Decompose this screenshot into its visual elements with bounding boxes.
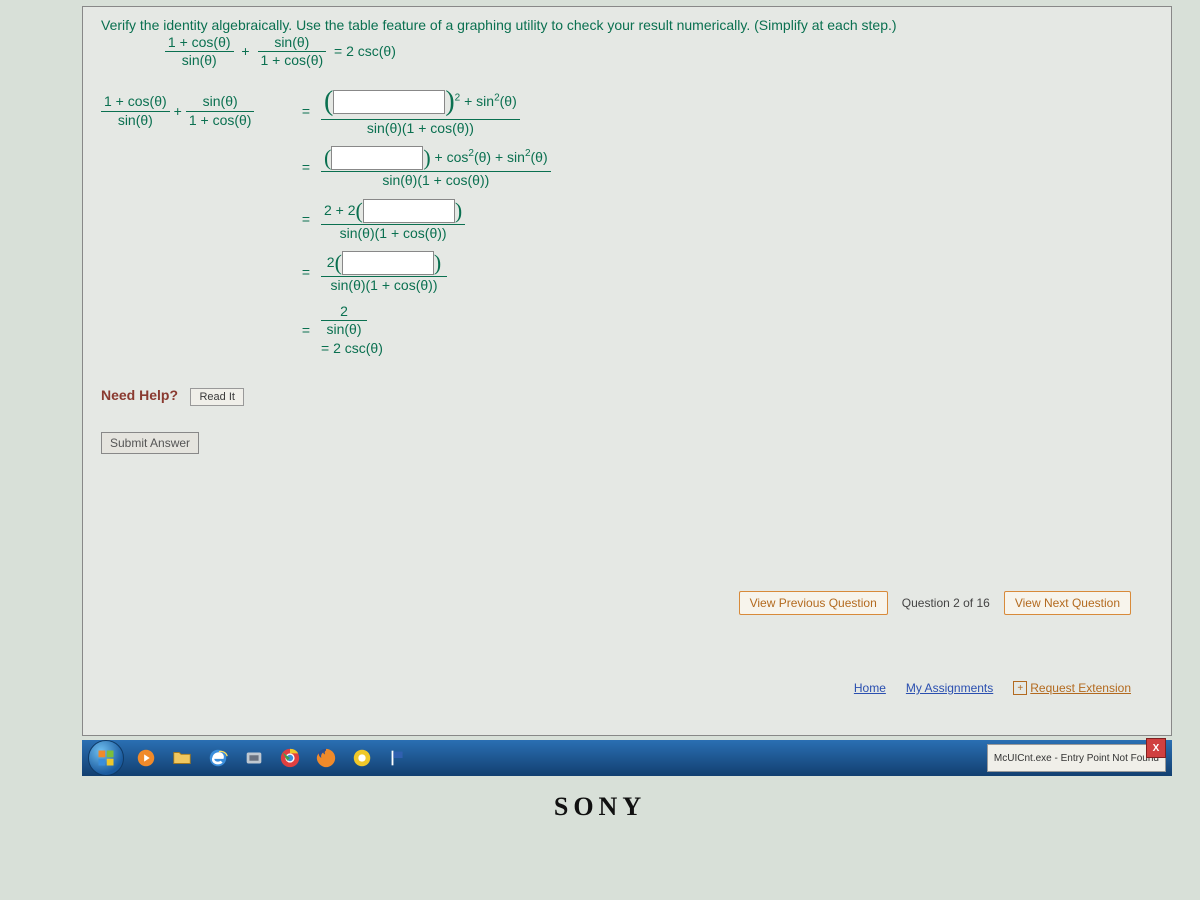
taskbar-popup-close[interactable]: X bbox=[1146, 738, 1166, 758]
read-it-button[interactable]: Read It bbox=[190, 388, 243, 406]
step-5: = 2 sin(θ) = 2 csc(θ) bbox=[101, 304, 1153, 357]
taskbar-popup: McUICnt.exe - Entry Point Not Found bbox=[987, 744, 1166, 772]
blank-input-2[interactable] bbox=[331, 146, 423, 170]
identity-rhs: = 2 csc(θ) bbox=[330, 43, 400, 59]
blank-input-1[interactable] bbox=[333, 90, 445, 114]
identity-frac1: 1 + cos(θ) sin(θ) bbox=[165, 35, 234, 69]
taskbar: McUICnt.exe - Entry Point Not Found X bbox=[82, 740, 1172, 776]
taskbar-folder-icon[interactable] bbox=[166, 744, 198, 772]
step-1: 1 + cos(θ) sin(θ) + sin(θ) 1 + cos(θ) = … bbox=[101, 87, 1153, 136]
taskbar-firefox-icon[interactable] bbox=[310, 744, 342, 772]
instruction-text: Verify the identity algebraically. Use t… bbox=[101, 17, 1153, 33]
view-previous-button[interactable]: View Previous Question bbox=[739, 591, 888, 615]
need-help-row: Need Help? Read It bbox=[101, 387, 1153, 406]
request-extension-link[interactable]: Request Extension bbox=[1030, 681, 1131, 695]
taskbar-app-icon[interactable] bbox=[346, 744, 378, 772]
identity: 1 + cos(θ) sin(θ) + sin(θ) 1 + cos(θ) = … bbox=[101, 35, 1153, 69]
home-link[interactable]: Home bbox=[854, 681, 886, 695]
start-button[interactable] bbox=[88, 740, 124, 776]
need-help-label: Need Help? bbox=[101, 387, 178, 403]
identity-frac2: sin(θ) 1 + cos(θ) bbox=[258, 35, 327, 69]
plus-sign: + bbox=[237, 43, 253, 59]
plus-icon: + bbox=[1013, 681, 1027, 695]
question-nav: View Previous Question Question 2 of 16 … bbox=[735, 591, 1131, 615]
view-next-button[interactable]: View Next Question bbox=[1004, 591, 1131, 615]
step-3: = 2 + 2() sin(θ)(1 + cos(θ)) bbox=[101, 199, 1153, 242]
app-window: Verify the identity algebraically. Use t… bbox=[82, 6, 1172, 736]
taskbar-ie-icon[interactable] bbox=[202, 744, 234, 772]
screen: Verify the identity algebraically. Use t… bbox=[0, 0, 1200, 900]
question-counter: Question 2 of 16 bbox=[892, 592, 1000, 614]
taskbar-media-icon[interactable] bbox=[130, 744, 162, 772]
taskbar-flag-icon[interactable] bbox=[382, 744, 414, 772]
taskbar-tool-icon[interactable] bbox=[238, 744, 270, 772]
submit-answer-button[interactable]: Submit Answer bbox=[101, 432, 199, 454]
windows-icon bbox=[97, 749, 115, 767]
footer-links: Home My Assignments + Request Extension bbox=[854, 681, 1131, 695]
laptop-brand: SONY bbox=[0, 792, 1200, 822]
my-assignments-link[interactable]: My Assignments bbox=[906, 681, 993, 695]
step-2: = () + cos2(θ) + sin2(θ) sin(θ)(1 + cos(… bbox=[101, 146, 1153, 189]
step-4: = 2() sin(θ)(1 + cos(θ)) bbox=[101, 251, 1153, 294]
blank-input-3[interactable] bbox=[363, 199, 455, 223]
taskbar-chrome-icon[interactable] bbox=[274, 744, 306, 772]
blank-input-4[interactable] bbox=[342, 251, 434, 275]
